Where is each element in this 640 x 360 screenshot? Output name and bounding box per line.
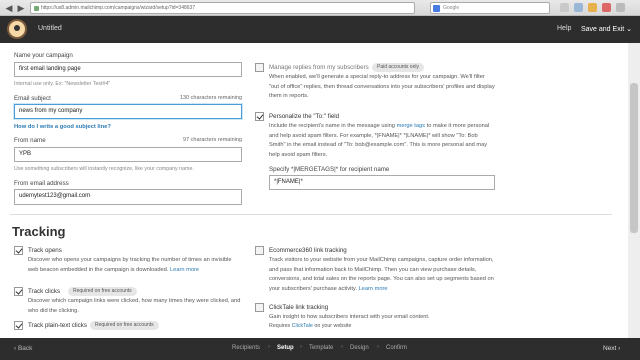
track-plain-text-title: Track plain-text clicks — [28, 322, 87, 329]
track-clicks-title: Track clicks — [28, 288, 61, 295]
merge-tags-link[interactable]: merge tags — [397, 123, 425, 129]
manage-replies-description: When enabled, we'll generate a special r… — [269, 74, 495, 99]
manage-replies-checkbox[interactable] — [255, 63, 264, 72]
help-link[interactable]: Help — [557, 25, 571, 32]
track-opens-checkbox[interactable] — [14, 246, 23, 255]
subject-input[interactable]: news from my company — [14, 104, 242, 119]
track-opens-learn-more-link[interactable]: Learn more — [170, 267, 199, 273]
personalize-to-checkbox[interactable] — [255, 112, 264, 121]
from-name-hint: Use something subscribers will instantly… — [14, 166, 194, 172]
back-arrow-icon[interactable]: ◀ — [4, 3, 14, 13]
from-name-label: From name — [14, 137, 46, 144]
track-plain-text-checkbox[interactable] — [14, 321, 23, 330]
step-separator-icon: › — [377, 344, 379, 350]
bookmark-icon[interactable] — [560, 3, 569, 12]
campaign-title: Untitled — [38, 25, 62, 32]
from-email-input[interactable]: udemytest123@gmail.com — [14, 189, 242, 205]
paid-accounts-badge: Paid accounts only — [372, 63, 424, 72]
step-confirm[interactable]: Confirm — [386, 345, 407, 351]
step-separator-icon: › — [300, 344, 302, 350]
lock-icon — [34, 6, 39, 11]
home-icon[interactable] — [588, 3, 597, 12]
mailchimp-logo-icon[interactable] — [7, 19, 27, 39]
campaign-name-hint: Internal use only. Ex: "Newsletter Test#… — [14, 81, 111, 87]
track-clicks-badge: Required on free accounts — [68, 287, 137, 296]
clicktale-tracking-title: ClickTale link tracking — [269, 304, 329, 311]
google-icon — [433, 5, 440, 12]
browser-search-input[interactable]: Google — [430, 2, 550, 14]
campaign-name-input[interactable]: first email landing page — [14, 62, 242, 77]
personalize-to-description: Include the recipient's name in the mess… — [269, 122, 495, 160]
clicktale-link[interactable]: ClickTale — [292, 323, 313, 329]
clicktale-requires-post: on your website — [314, 323, 352, 329]
subject-help-link[interactable]: How do I write a good subject line? — [14, 124, 111, 130]
track-plain-text-badge: Required on free accounts — [90, 321, 159, 330]
clicktale-requires-pre: Requires — [269, 323, 291, 329]
merge-tag-input[interactable]: *|FNAME|* — [269, 175, 495, 190]
track-opens-desc-text: Discover who opens your campaigns by tra… — [28, 257, 232, 273]
clicktale-tracking-checkbox[interactable] — [255, 303, 264, 312]
manage-replies-title: Manage replies from my subscribers — [269, 64, 369, 71]
app-header: Untitled Help Save and Exit ⌄ — [0, 16, 640, 43]
track-clicks-description: Discover which campaign links were click… — [28, 298, 241, 314]
ecommerce-learn-more-link[interactable]: Learn more — [359, 286, 388, 292]
downloads-icon[interactable] — [574, 3, 583, 12]
section-divider — [10, 214, 612, 215]
back-button[interactable]: ‹ Back — [14, 345, 32, 352]
track-opens-title: Track opens — [28, 247, 62, 254]
subject-counter: 130 characters remaining — [179, 95, 242, 101]
track-opens-description: Discover who opens your campaigns by tra… — [28, 256, 243, 275]
campaign-name-label: Name your campaign — [14, 52, 73, 59]
step-separator-icon: › — [341, 344, 343, 350]
step-separator-icon: › — [268, 344, 270, 350]
ecommerce-tracking-title: Ecommerce360 link tracking — [269, 247, 347, 254]
wizard-footer: ‹ Back Recipients › Setup › Template › D… — [0, 338, 640, 360]
ecommerce-tracking-checkbox[interactable] — [255, 246, 264, 255]
address-bar[interactable]: https://us8.admin.mailchimp.com/campaign… — [30, 2, 415, 14]
step-design[interactable]: Design — [350, 345, 369, 351]
page-scrollbar[interactable] — [628, 43, 640, 338]
track-clicks-checkbox[interactable] — [14, 287, 23, 296]
from-email-label: From email address — [14, 180, 69, 187]
browser-toolbar: ◀ ▶ https://us8.admin.mailchimp.com/camp… — [0, 0, 640, 16]
step-setup[interactable]: Setup — [277, 345, 294, 351]
personalize-desc-pre: Include the recipient's name in the mess… — [269, 123, 395, 129]
forward-arrow-icon[interactable]: ▶ — [16, 3, 26, 13]
tracking-heading: Tracking — [12, 224, 66, 239]
merge-tag-label: Specify *|MERGETAGS|* for recipient name — [269, 166, 390, 173]
step-recipients[interactable]: Recipients — [232, 345, 260, 351]
save-and-exit-button[interactable]: Save and Exit ⌄ — [581, 25, 632, 33]
subject-label: Email subject — [14, 95, 51, 102]
menu-icon[interactable] — [616, 3, 625, 12]
from-name-counter: 97 characters remaining — [182, 137, 242, 143]
from-name-input[interactable]: YPB — [14, 147, 242, 162]
search-placeholder: Google — [443, 5, 460, 11]
step-template[interactable]: Template — [309, 345, 333, 351]
scrollbar-thumb[interactable] — [630, 83, 638, 233]
clicktale-requires-note: Requires ClickTale on your website — [269, 322, 499, 332]
url-text: https://us8.admin.mailchimp.com/campaign… — [41, 5, 196, 11]
addon-icon[interactable] — [602, 3, 611, 12]
next-button[interactable]: Next › — [603, 345, 620, 352]
personalize-to-title: Personalize the "To:" field — [269, 113, 340, 120]
campaign-setup-form: Name your campaign first email landing p… — [0, 43, 628, 338]
ecommerce-tracking-description: Track visitors to your website from your… — [269, 256, 499, 294]
